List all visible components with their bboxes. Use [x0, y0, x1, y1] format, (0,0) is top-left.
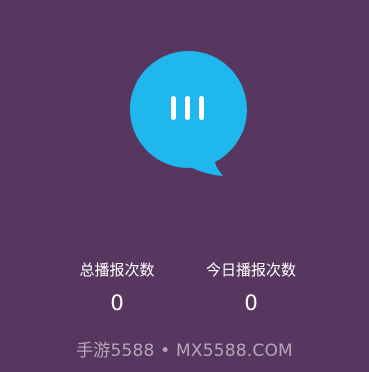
total-broadcast-count: 0	[110, 291, 124, 315]
total-broadcast-stat: 总播报次数 0	[57, 260, 177, 317]
today-broadcast-count: 0	[244, 291, 258, 315]
voice-broadcast-button[interactable]	[130, 51, 247, 176]
watermark-text: 手游5588 • MX5588.COM	[76, 341, 293, 361]
total-broadcast-label: 总播报次数	[79, 261, 155, 279]
voice-bars-icon	[130, 51, 247, 176]
today-broadcast-stat: 今日播报次数 0	[191, 260, 311, 317]
today-broadcast-label: 今日播报次数	[205, 261, 296, 279]
